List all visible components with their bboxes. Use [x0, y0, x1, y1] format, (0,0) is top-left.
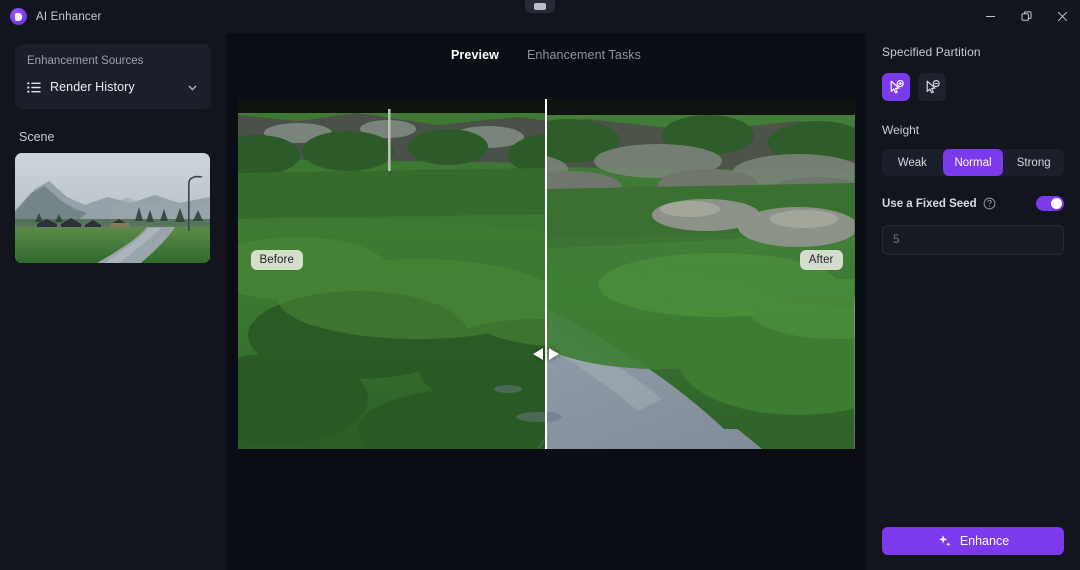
canvas-tabs: Preview Enhancement Tasks — [226, 38, 866, 71]
sparkle-icon — [938, 534, 951, 546]
enhance-button[interactable]: Enhance — [882, 527, 1064, 555]
fixed-seed-label: Use a Fixed Seed — [882, 197, 977, 210]
cursor-minus-icon — [926, 79, 940, 93]
minimize-icon — [985, 16, 995, 17]
enhancement-sources-card: Enhancement Sources Render History — [15, 44, 211, 109]
weight-label: Weight — [882, 123, 920, 137]
enhancement-sources-label: Enhancement Sources — [27, 55, 144, 67]
help-circle-icon[interactable] — [983, 197, 996, 210]
main-body: Enhancement Sources Render History Scene… — [0, 33, 1080, 570]
weight-option-normal[interactable]: Normal — [942, 149, 1004, 176]
enhance-button-label: Enhance — [959, 534, 1010, 548]
title-bar: AI Enhancer — [0, 0, 1080, 33]
chevron-down-icon — [188, 85, 197, 91]
fixed-seed-toggle[interactable] — [1036, 196, 1064, 211]
before-label: Before — [250, 250, 303, 270]
window-tab-nub[interactable] — [525, 0, 555, 13]
close-button[interactable] — [1044, 0, 1080, 33]
partition-tools — [882, 73, 1064, 101]
partition-remove-button[interactable] — [918, 73, 946, 101]
right-panel: Specified Partition Weight Weak Normal S… — [866, 33, 1080, 570]
scene-thumbnail[interactable] — [15, 153, 210, 263]
scene-label: Scene — [19, 130, 55, 144]
app-title: AI Enhancer — [36, 10, 102, 23]
specified-partition-label: Specified Partition — [882, 45, 981, 59]
comparison-handle[interactable] — [531, 346, 561, 362]
after-label: After — [799, 250, 843, 270]
center-canvas: Preview Enhancement Tasks Before After — [226, 33, 866, 570]
seed-input[interactable] — [882, 225, 1064, 255]
cursor-plus-icon — [890, 79, 904, 93]
source-select[interactable]: Render History — [27, 77, 199, 97]
weight-segmented-control: Weak Normal Strong — [882, 149, 1064, 176]
minimize-button[interactable] — [972, 0, 1008, 33]
tab-preview[interactable]: Preview — [451, 48, 499, 62]
restore-button[interactable] — [1008, 0, 1044, 33]
left-right-arrows-icon — [533, 348, 559, 360]
weight-option-weak[interactable]: Weak — [882, 149, 943, 176]
app-logo-icon — [10, 8, 27, 25]
window-controls — [972, 0, 1080, 33]
app-window: AI Enhancer Enhancement Sources Render H… — [0, 0, 1080, 570]
partition-add-button[interactable] — [882, 73, 910, 101]
restore-icon — [1021, 11, 1031, 21]
tab-enhancement-tasks[interactable]: Enhancement Tasks — [527, 48, 641, 62]
fixed-seed-row: Use a Fixed Seed — [882, 196, 1064, 211]
left-sidebar: Enhancement Sources Render History Scene — [0, 33, 226, 570]
scene-thumbnail-image — [15, 153, 210, 263]
before-after-preview[interactable]: Before After — [237, 99, 855, 449]
list-icon — [27, 81, 41, 93]
comparison-divider[interactable] — [545, 99, 547, 449]
source-select-value: Render History — [50, 80, 135, 94]
close-icon — [1057, 11, 1067, 22]
weight-option-strong[interactable]: Strong — [1003, 149, 1064, 176]
